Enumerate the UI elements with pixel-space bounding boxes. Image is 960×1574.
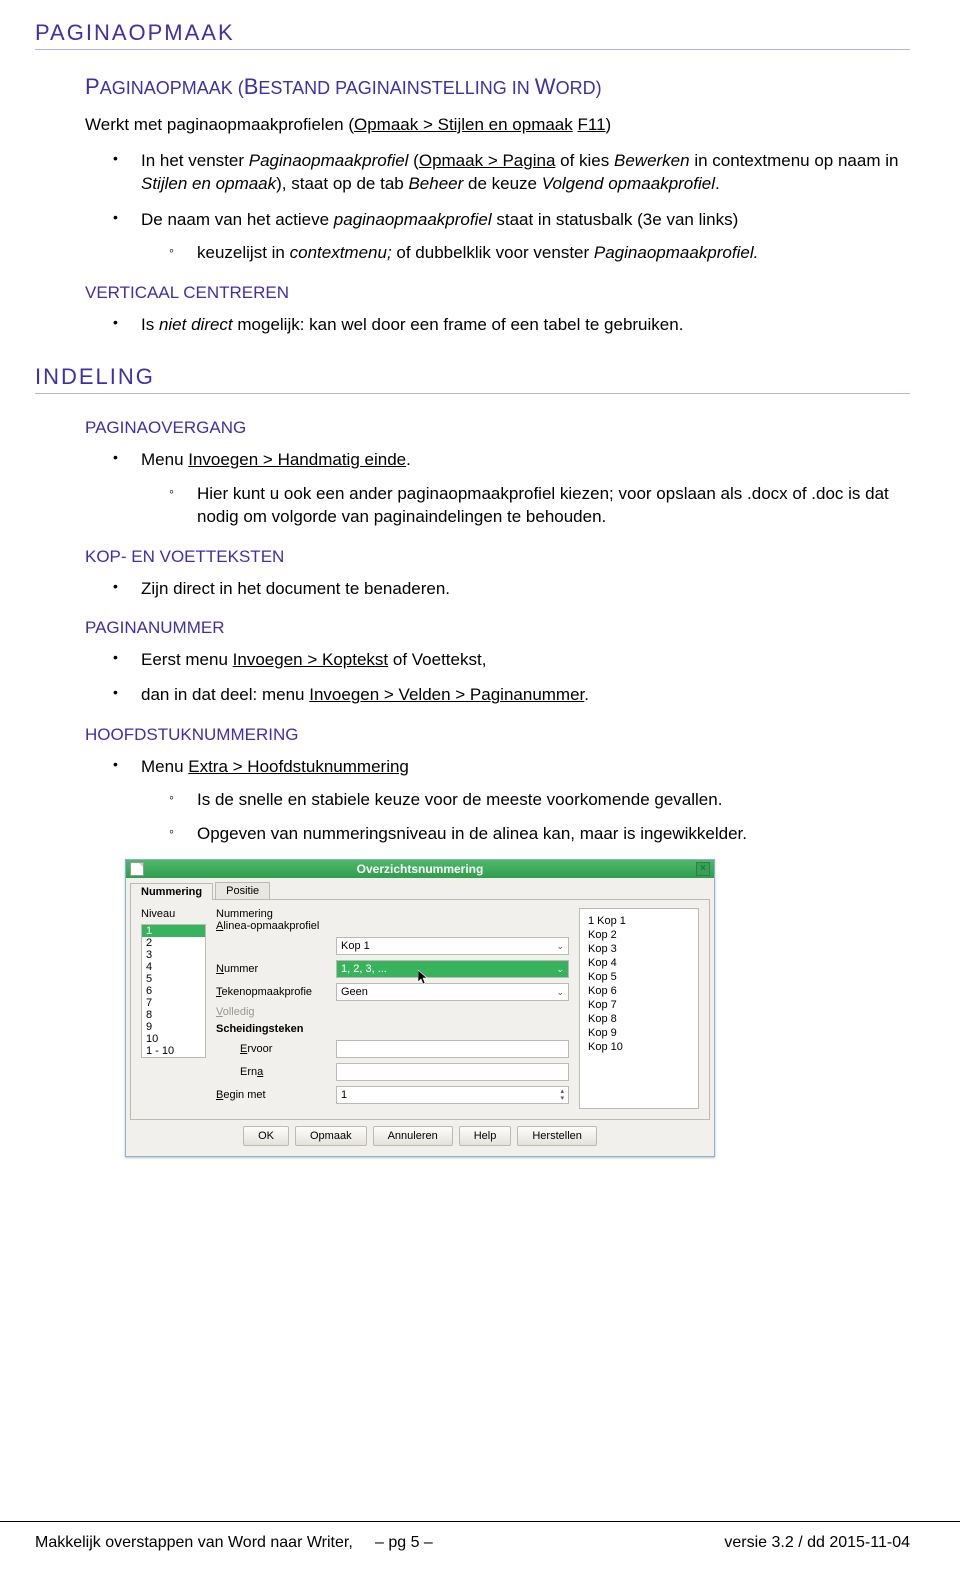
preview-line: Kop 5 <box>588 971 690 983</box>
preview-line: Kop 10 <box>588 1041 690 1053</box>
spinner-buttons[interactable]: ▴▾ <box>560 1088 564 1102</box>
erna-label: Erna <box>216 1066 336 1078</box>
ok-button[interactable]: OK <box>243 1126 289 1146</box>
preview-line: Kop 4 <box>588 957 690 969</box>
niveau-item[interactable]: 7 <box>142 997 205 1009</box>
begin-met-spinner[interactable]: 1▴▾ <box>336 1086 569 1104</box>
niveau-item[interactable]: 2 <box>142 937 205 949</box>
intro-paragraph: Werkt met paginaopmaakprofielen (Opmaak … <box>85 114 910 137</box>
begin-met-label: Begin met <box>216 1089 336 1101</box>
erna-input[interactable] <box>336 1063 569 1081</box>
alinea-profiel-label: AAlinea-opmaakprofiellinea-opmaakprofiel <box>216 920 336 932</box>
alinea-profiel-select[interactable]: Kop 1⌄ <box>336 937 569 955</box>
heading-paginaopmaak-word: PAGINAOPMAAK (BESTAND PAGINAINSTELLING I… <box>85 74 910 100</box>
herstellen-button[interactable]: Herstellen <box>517 1126 597 1146</box>
niveau-item[interactable]: 1 - 10 <box>142 1045 205 1057</box>
nummer-label: Nummer <box>216 963 336 975</box>
preview-line: 1 Kop 1 <box>588 915 690 927</box>
niveau-item[interactable]: 4 <box>142 961 205 973</box>
preview-line: Kop 8 <box>588 1013 690 1025</box>
nummer-select[interactable]: 1, 2, 3, ...⌄ <box>336 960 569 978</box>
opmaak-button[interactable]: Opmaak <box>295 1126 367 1146</box>
heading-paginanummer: PAGINANUMMER <box>85 618 910 638</box>
list-item: Opgeven van nummeringsniveau in de aline… <box>141 822 910 845</box>
list-item: Is niet direct mogelijk: kan wel door ee… <box>85 313 910 336</box>
list-item: keuzelijst in contextmenu; of dubbelklik… <box>141 241 910 264</box>
document-icon <box>130 862 144 876</box>
niveau-item[interactable]: 1 <box>142 925 205 937</box>
heading-indeling: INDELING <box>35 364 910 394</box>
list-item: Eerst menu Invoegen > Koptekst of Voette… <box>85 648 910 671</box>
niveau-item[interactable]: 6 <box>142 985 205 997</box>
list-item: Menu Invoegen > Handmatig einde. Hier ku… <box>85 448 910 528</box>
list-item: Hier kunt u ook een ander paginaopmaakpr… <box>141 482 910 529</box>
chevron-down-icon: ⌄ <box>552 941 564 952</box>
tab-nummering[interactable]: Nummering <box>130 883 213 900</box>
ervoor-label: Ervoor <box>216 1043 336 1055</box>
heading-paginaopmaak: PAGINAOPMAAK <box>35 20 910 50</box>
list-item: dan in dat deel: menu Invoegen > Velden … <box>85 683 910 706</box>
teken-profiel-select[interactable]: Geen⌄ <box>336 983 569 1001</box>
niveau-item[interactable]: 3 <box>142 949 205 961</box>
list-item: Zijn direct in het document te benaderen… <box>85 577 910 600</box>
ervoor-input[interactable] <box>336 1040 569 1058</box>
help-button[interactable]: Help <box>459 1126 512 1146</box>
preview-line: Kop 3 <box>588 943 690 955</box>
niveau-label: Niveau <box>141 908 206 920</box>
heading-verticaal-centreren: VERTICAAL CENTREREN <box>85 283 910 303</box>
list-item: In het venster Paginaopmaakprofiel (Opma… <box>85 149 910 196</box>
dialog-titlebar[interactable]: Overzichtsnummering × <box>126 860 714 878</box>
footer-left: Makkelijk overstappen van Word naar Writ… <box>35 1534 433 1552</box>
scheidingsteken-label: Scheidingsteken <box>216 1023 336 1035</box>
heading-hoofdstuknummering: HOOFDSTUKNUMMERING <box>85 725 910 745</box>
footer-right: versie 3.2 / dd 2015-11-04 <box>724 1534 910 1552</box>
nummering-section-label: Nummering <box>216 908 569 920</box>
niveau-item[interactable]: 10 <box>142 1033 205 1045</box>
volledig-label: Volledig <box>216 1006 336 1018</box>
page-footer: Makkelijk overstappen van Word naar Writ… <box>0 1521 960 1552</box>
dialog-title: Overzichtsnummering <box>357 862 484 876</box>
list-item: Menu Extra > Hoofdstuknummering Is de sn… <box>85 755 910 845</box>
niveau-item[interactable]: 8 <box>142 1009 205 1021</box>
niveau-list[interactable]: 1 2 3 4 5 6 7 8 9 10 1 - 10 <box>141 924 206 1058</box>
list-item: Is de snelle en stabiele keuze voor de m… <box>141 788 910 811</box>
preview-line: Kop 6 <box>588 985 690 997</box>
niveau-item[interactable]: 9 <box>142 1021 205 1033</box>
preview-pane: 1 Kop 1 Kop 2 Kop 3 Kop 4 Kop 5 Kop 6 Ko… <box>579 908 699 1109</box>
tab-positie[interactable]: Positie <box>215 882 270 899</box>
preview-line: Kop 7 <box>588 999 690 1011</box>
preview-line: Kop 2 <box>588 929 690 941</box>
close-icon[interactable]: × <box>696 862 710 876</box>
heading-paginaovergang: PAGINAOVERGANG <box>85 418 910 438</box>
annuleren-button[interactable]: Annuleren <box>373 1126 453 1146</box>
dialog-overzichtsnummering: Overzichtsnummering × Nummering Positie … <box>125 859 715 1157</box>
niveau-item[interactable]: 5 <box>142 973 205 985</box>
chevron-down-icon: ⌄ <box>552 987 564 998</box>
chevron-down-icon: ⌄ <box>552 964 564 975</box>
preview-line: Kop 9 <box>588 1027 690 1039</box>
teken-profiel-label: Tekenopmaakprofie <box>216 986 336 998</box>
list-item: De naam van het actieve paginaopmaakprof… <box>85 208 910 265</box>
heading-kop-voetteksten: KOP- EN VOETTEKSTEN <box>85 547 910 567</box>
